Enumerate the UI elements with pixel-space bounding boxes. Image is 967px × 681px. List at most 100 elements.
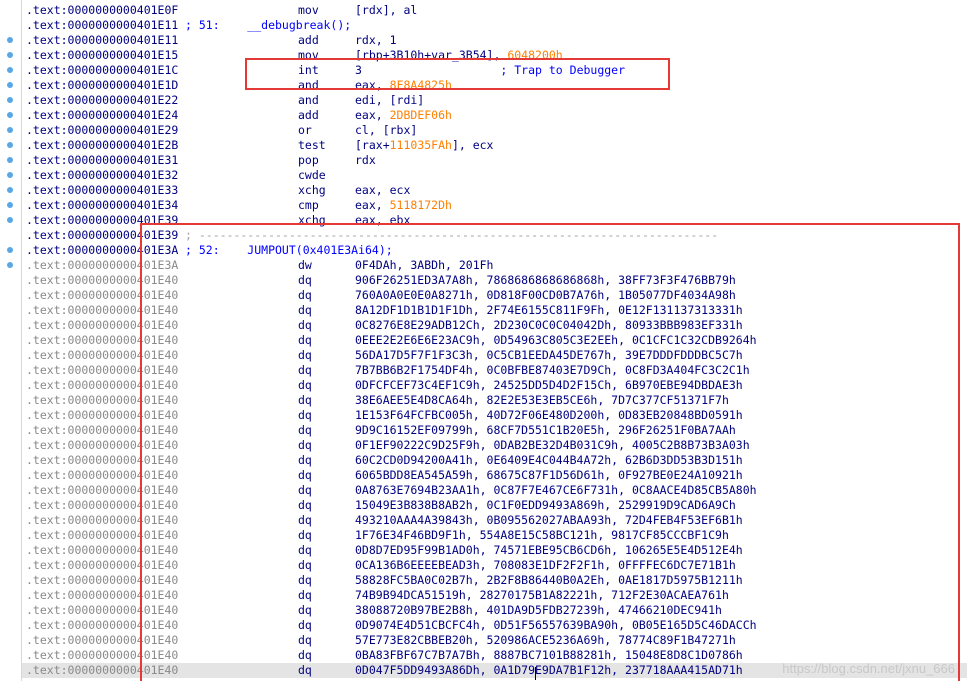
line-marker-dot[interactable] xyxy=(7,187,13,193)
line-marker-dot[interactable] xyxy=(7,82,13,88)
line-marker-dot[interactable] xyxy=(7,262,13,268)
immediate-value[interactable]: 111035FAh xyxy=(390,138,452,152)
operands[interactable]: edi, [rdi] xyxy=(355,93,424,108)
operands[interactable]: [rdx], al xyxy=(355,3,417,18)
operand-text[interactable]: 0CA136B6EEEEBEAD3h, 708083E1DF2F2F1h, 0F… xyxy=(355,558,736,572)
mnemonic[interactable]: cmp xyxy=(298,198,319,213)
address-label[interactable]: .text:0000000000401E40 xyxy=(26,663,178,678)
line-marker-dot[interactable] xyxy=(7,217,13,223)
operands[interactable]: 0DFCFCEF73C4EF1C9h, 24525DD5D4D2F15Ch, 6… xyxy=(355,378,743,393)
operands[interactable]: 57E773E82CBBEB20h, 520986ACE5236A69h, 78… xyxy=(355,633,736,648)
line-marker-dot[interactable] xyxy=(7,157,13,163)
operands[interactable]: 0C8276E8E29ADB12Ch, 2D230C0C0C04042Dh, 8… xyxy=(355,318,743,333)
operand-text[interactable]: [rbp+3B10h+var_3B54], xyxy=(355,48,507,62)
operand-text[interactable]: rdx xyxy=(355,153,376,167)
operands[interactable]: 8A12DF1D1B1D1F1Dh, 2F74E6155C811F9Fh, 0E… xyxy=(355,303,743,318)
operands[interactable]: 1F76E34F46BD9F1h, 554A8E15C58BC121h, 981… xyxy=(355,528,729,543)
address-label[interactable]: .text:0000000000401E40 xyxy=(26,588,178,603)
operand-text[interactable]: 9D9C16152EF09799h, 68CF7D551C1B20E5h, 29… xyxy=(355,423,736,437)
operands[interactable]: [rbp+3B10h+var_3B54], 6048200h xyxy=(355,48,563,63)
address-label[interactable]: .text:0000000000401E40 xyxy=(26,408,178,423)
mnemonic[interactable]: dq xyxy=(298,318,312,333)
line-marker-dot[interactable] xyxy=(7,202,13,208)
mnemonic[interactable]: dq xyxy=(298,483,312,498)
operands[interactable]: 906F26251ED3A7A8h, 7868686868686868h, 38… xyxy=(355,273,736,288)
operands[interactable]: 1E153F64FCFBC005h, 40D72F06E480D200h, 0D… xyxy=(355,408,743,423)
listing-row[interactable]: .text:0000000000401E40 dq 9D9C16152EF09799… xyxy=(22,423,967,438)
operands[interactable]: 0F4DAh, 3ABDh, 201Fh xyxy=(355,258,493,273)
mnemonic[interactable]: dq xyxy=(298,528,312,543)
mnemonic[interactable]: dw xyxy=(298,258,312,273)
line-marker-dot[interactable] xyxy=(7,112,13,118)
listing-row[interactable]: .text:0000000000401E40 dq 38088720B97BE2B8… xyxy=(22,603,967,618)
address-label[interactable]: .text:0000000000401E15 xyxy=(26,48,178,63)
mnemonic[interactable]: and xyxy=(298,93,319,108)
address-label[interactable]: .text:0000000000401E39 xyxy=(26,213,178,228)
listing-row[interactable]: .text:0000000000401E40 dq 7B7BB6B2F1754DF4… xyxy=(22,363,967,378)
operand-text[interactable]: 0EEE2E2E6E6E23AC9h, 0D54963C805C3E2EEh, … xyxy=(355,333,757,347)
mnemonic[interactable]: and xyxy=(298,78,319,93)
listing-row[interactable]: .text:0000000000401E40 dq 0EEE2E2E6E6E23AC… xyxy=(22,333,967,348)
left-gutter[interactable] xyxy=(0,0,22,681)
mnemonic[interactable]: dq xyxy=(298,468,312,483)
operands[interactable]: 0EEE2E2E6E6E23AC9h, 0D54963C805C3E2EEh, … xyxy=(355,333,757,348)
operands[interactable]: 60C2CD0D94200A41h, 0E6409E4C044B4A72h, 6… xyxy=(355,453,743,468)
listing-row[interactable]: .text:0000000000401E24 add eax, 2DBDEF06h xyxy=(22,108,967,123)
operands[interactable]: 38088720B97BE2B8h, 401DA9D5FDB27239h, 47… xyxy=(355,603,722,618)
mnemonic[interactable]: xchg xyxy=(298,183,326,198)
operands[interactable]: 9D9C16152EF09799h, 68CF7D551C1B20E5h, 29… xyxy=(355,423,736,438)
line-marker-dot[interactable] xyxy=(7,97,13,103)
address-label[interactable]: .text:0000000000401E0F xyxy=(26,3,178,18)
mnemonic[interactable]: dq xyxy=(298,573,312,588)
listing-row[interactable]: .text:0000000000401E40 dq 0A8763E7694B23AA… xyxy=(22,483,967,498)
listing-row[interactable]: .text:0000000000401E40 dq 74B9B94DCA51519h… xyxy=(22,588,967,603)
address-label[interactable]: .text:0000000000401E33 xyxy=(26,183,178,198)
mnemonic[interactable]: dq xyxy=(298,423,312,438)
listing-row[interactable]: .text:0000000000401E0F mov [rdx], al xyxy=(22,3,967,18)
operands[interactable]: 3 ; Trap to Debugger xyxy=(355,63,625,78)
operand-text[interactable]: rdx, 1 xyxy=(355,33,397,47)
address-label[interactable]: .text:0000000000401E1C xyxy=(26,63,178,78)
operand-text[interactable]: 1E153F64FCFBC005h, 40D72F06E480D200h, 0D… xyxy=(355,408,743,422)
line-marker-dot[interactable] xyxy=(7,127,13,133)
mnemonic[interactable]: dq xyxy=(298,618,312,633)
operand-text[interactable]: 1F76E34F46BD9F1h, 554A8E15C58BC121h, 981… xyxy=(355,528,729,542)
mnemonic[interactable]: mov xyxy=(298,48,319,63)
listing-row[interactable]: .text:0000000000401E34 cmp eax, 5118172Dh xyxy=(22,198,967,213)
line-marker-dot[interactable] xyxy=(7,142,13,148)
address-label[interactable]: .text:0000000000401E40 xyxy=(26,603,178,618)
operands[interactable]: eax, ebx xyxy=(355,213,410,228)
mnemonic[interactable]: dq xyxy=(298,498,312,513)
operand-text[interactable]: 8A12DF1D1B1D1F1Dh, 2F74E6155C811F9Fh, 0E… xyxy=(355,303,743,317)
operand-text[interactable]: 7B7BB6B2F1754DF4h, 0C0BFBE87403E7D9Ch, 0… xyxy=(355,363,750,377)
listing-row[interactable]: .text:0000000000401E40 dq 0D8D7ED95F99B1AD… xyxy=(22,543,967,558)
operand-text[interactable]: 60C2CD0D94200A41h, 0E6409E4C044B4A72h, 6… xyxy=(355,453,743,467)
operand-text[interactable]: 760A0A0E0E0A8271h, 0D818F00CD0B7A76h, 1B… xyxy=(355,288,736,302)
listing-row[interactable]: .text:0000000000401E40 dq 58828FC5BA0C02B7… xyxy=(22,573,967,588)
operands[interactable]: 0D8D7ED95F99B1AD0h, 74571EBE95CB6CD6h, 1… xyxy=(355,543,743,558)
operands[interactable]: eax, 2DBDEF06h xyxy=(355,108,452,123)
mnemonic[interactable]: int xyxy=(298,63,319,78)
operand-text[interactable]: 906F26251ED3A7A8h, 7868686868686868h, 38… xyxy=(355,273,736,287)
address-label[interactable]: .text:0000000000401E40 xyxy=(26,513,178,528)
address-label[interactable]: .text:0000000000401E40 xyxy=(26,618,178,633)
listing-row[interactable]: .text:0000000000401E22 and edi, [rdi] xyxy=(22,93,967,108)
listing-row[interactable]: .text:0000000000401E39 xchg eax, ebx xyxy=(22,213,967,228)
operands[interactable]: 56DA17D5F7F1F3C3h, 0C5CB1EEDA45DE767h, 3… xyxy=(355,348,743,363)
address-label[interactable]: .text:0000000000401E3A xyxy=(26,243,178,258)
listing-row[interactable]: .text:0000000000401E40 dq 38E6AEE5E4D8CA64… xyxy=(22,393,967,408)
address-label[interactable]: .text:0000000000401E11 xyxy=(26,18,178,33)
operands[interactable]: 493210AAA4A39843h, 0B095562027ABAA93h, 7… xyxy=(355,513,743,528)
address-label[interactable]: .text:0000000000401E40 xyxy=(26,438,178,453)
mnemonic[interactable]: dq xyxy=(298,513,312,528)
operands[interactable]: 6065BDD8EA545A59h, 68675C87F1D56D61h, 0F… xyxy=(355,468,743,483)
address-label[interactable]: .text:0000000000401E40 xyxy=(26,333,178,348)
operand-text[interactable]: eax, ecx xyxy=(355,183,410,197)
mnemonic[interactable]: or xyxy=(298,123,312,138)
mnemonic[interactable]: cwde xyxy=(298,168,326,183)
operand-text[interactable]: edi, [rdi] xyxy=(355,93,424,107)
operand-text[interactable]: eax, xyxy=(355,78,390,92)
mnemonic[interactable]: dq xyxy=(298,663,312,678)
operand-text[interactable]: 0C8276E8E29ADB12Ch, 2D230C0C0C04042Dh, 8… xyxy=(355,318,743,332)
operands[interactable]: 58828FC5BA0C02B7h, 2B2F8B86440B0A2Eh, 0A… xyxy=(355,573,743,588)
